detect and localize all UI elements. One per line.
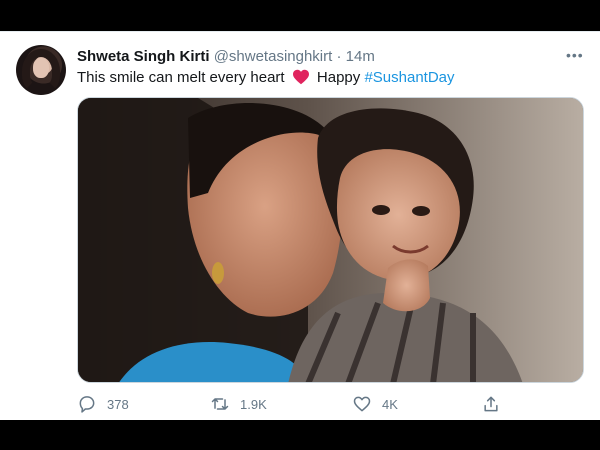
red-heart-emoji-icon [292, 69, 309, 85]
share-icon [484, 396, 498, 412]
like-count: 4K [382, 396, 398, 412]
separator-dot: · [336, 48, 342, 65]
tweet-text: This smile can melt every heart Happy #S… [77, 68, 455, 88]
like-icon [353, 396, 371, 412]
avatar-face [33, 58, 49, 78]
reply-icon [79, 396, 95, 413]
more-options-icon[interactable]: ••• [566, 48, 584, 62]
tweet-actions: 378 1.9K 4K [77, 392, 517, 416]
tweet-photo[interactable] [77, 97, 584, 383]
child-eye-right [412, 206, 430, 216]
share-button[interactable] [481, 392, 511, 416]
retweet-icon [211, 398, 229, 410]
reply-count: 378 [107, 396, 129, 412]
hashtag-link[interactable]: #SushantDay [364, 69, 454, 86]
tweet-timestamp[interactable]: 14m [346, 48, 375, 65]
woman-earring [212, 262, 224, 284]
child-eye-left [372, 205, 390, 215]
tweet-text-happy: Happy [312, 69, 365, 86]
avatar[interactable] [16, 45, 66, 95]
retweet-count: 1.9K [240, 396, 267, 412]
author-handle[interactable]: @shwetasinghkirt [214, 48, 333, 65]
tweet-card: Shweta Singh Kirti @shwetasinghkirt · 14… [0, 31, 600, 420]
retweet-button[interactable]: 1.9K [210, 392, 267, 416]
reply-button[interactable]: 378 [77, 392, 129, 416]
tweet-text-main: This smile can melt every heart [77, 69, 285, 86]
child-hand [383, 259, 430, 312]
like-button[interactable]: 4K [352, 392, 398, 416]
photo-illustration [78, 98, 583, 382]
author-name[interactable]: Shweta Singh Kirti [77, 48, 210, 65]
tweet-header: Shweta Singh Kirti @shwetasinghkirt · 14… [77, 47, 375, 66]
